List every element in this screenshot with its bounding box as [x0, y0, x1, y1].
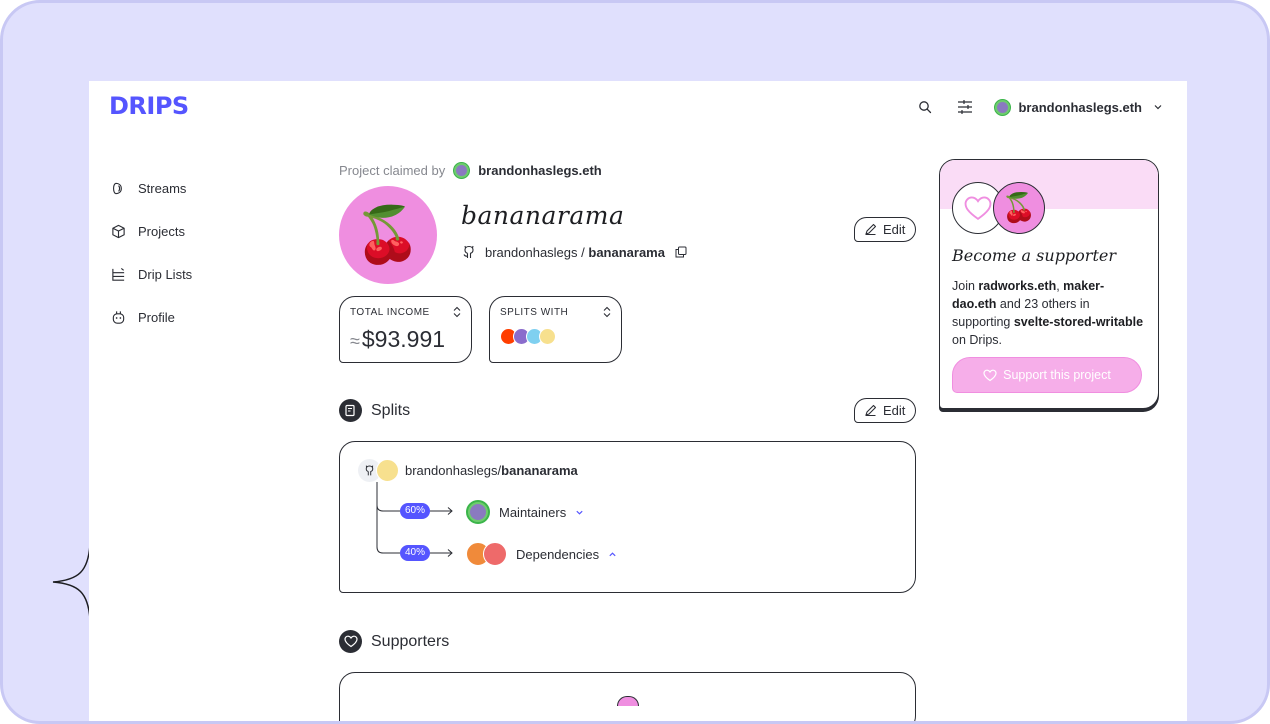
- splits-card: brandonhaslegs / bananarama 60% Maintainer…: [339, 441, 916, 593]
- maintainer-avatar: [466, 500, 490, 524]
- sidebar-item-label: Profile: [138, 310, 175, 325]
- total-income-label: TOTAL INCOME: [350, 307, 430, 318]
- project-avatar-small: 🍒: [993, 182, 1045, 234]
- maintainers-percent-badge: 60%: [400, 503, 431, 519]
- supporters-section-icon: [339, 630, 362, 653]
- supporters-card: [339, 672, 916, 721]
- repo-name: bananarama: [588, 244, 665, 260]
- dependencies-label: Dependencies: [516, 546, 600, 562]
- splits-title: Splits: [371, 401, 411, 419]
- splits-section-icon: [339, 399, 362, 422]
- project-main: Project claimed by brandonhaslegs.eth 🍒 …: [339, 159, 917, 721]
- supporters-heading: Supporters: [339, 630, 917, 653]
- supporter-avatar-partial: [617, 696, 639, 706]
- repo-owner: brandonhaslegs: [485, 244, 578, 260]
- sliders-icon: [958, 100, 973, 114]
- project-avatar: 🍒: [339, 186, 437, 284]
- splits-heading: Splits Edit: [339, 398, 917, 423]
- project-repo: brandonhaslegs / bananarama: [461, 244, 687, 260]
- sidebar-item-drip-lists[interactable]: Drip Lists: [111, 253, 192, 296]
- profile-icon: [112, 311, 125, 324]
- chevron-up-icon: [609, 551, 616, 556]
- dependency-avatars: [466, 542, 507, 566]
- supporter-name-1: radworks.eth: [978, 279, 1057, 293]
- search-button[interactable]: [914, 96, 936, 118]
- heart-icon: [983, 369, 997, 381]
- split-row-maintainers[interactable]: Maintainers: [466, 500, 584, 524]
- top-bar-actions: brandonhaslegs.eth: [914, 96, 1163, 118]
- sidebar-item-label: Drip Lists: [138, 267, 193, 282]
- edit-project-button[interactable]: Edit: [854, 217, 917, 242]
- copy-icon[interactable]: [675, 246, 687, 258]
- dependencies-percent-badge: 40%: [400, 545, 431, 561]
- split-root-owner: brandonhaslegs: [405, 463, 498, 478]
- support-text-suffix: on Drips.: [952, 333, 1003, 347]
- claimer-name[interactable]: brandonhaslegs.eth: [478, 163, 602, 178]
- maintainers-label: Maintainers: [499, 504, 567, 520]
- claimed-label: Project claimed by: [339, 162, 446, 178]
- project-title: bananarama: [461, 201, 625, 230]
- repo-separator: /: [577, 244, 589, 260]
- sidebar-item-label: Projects: [138, 224, 185, 239]
- user-avatar: [994, 98, 1012, 116]
- user-menu-button[interactable]: brandonhaslegs.eth: [994, 98, 1163, 116]
- split-root-row: brandonhaslegs / bananarama: [358, 459, 578, 482]
- total-income-value: $93.991: [361, 326, 446, 352]
- edit-splits-button[interactable]: Edit: [854, 398, 917, 423]
- settings-button[interactable]: [954, 96, 976, 118]
- cherry-icon: 🍒: [1001, 192, 1037, 223]
- pencil-icon: [865, 404, 877, 417]
- github-icon: [463, 245, 474, 258]
- splits-with-card[interactable]: SPLITS WITH: [489, 296, 622, 363]
- banana-avatar: [376, 459, 399, 482]
- support-button-label: Support this project: [1003, 368, 1111, 382]
- split-root-repo: bananarama: [501, 463, 578, 478]
- page-frame: DRIPS brandonhaslegs.eth Streams Project…: [0, 0, 1270, 724]
- supported-project-name: svelte-stored-writable: [1013, 315, 1144, 329]
- edit-label: Edit: [883, 403, 906, 418]
- chevron-down-icon: [576, 510, 583, 515]
- support-card-text: Join radworks.eth, maker-dao.eth and 23 …: [952, 277, 1148, 349]
- banana-avatar: [539, 328, 556, 345]
- support-card-title: Become a supporter: [952, 246, 1116, 265]
- total-income-value-row: ≈ $93.991: [350, 326, 461, 353]
- cherry-icon: 🍒: [354, 205, 422, 265]
- sidebar-nav: Streams Projects Drip Lists Profile: [111, 167, 192, 339]
- become-supporter-card: 🍒 Become a supporter Join radworks.eth, …: [939, 159, 1159, 409]
- splits-with-avatars: [500, 328, 611, 345]
- edit-label: Edit: [883, 222, 906, 237]
- streams-icon: [113, 182, 122, 195]
- app-window: DRIPS brandonhaslegs.eth Streams Project…: [89, 81, 1187, 721]
- sidebar-item-profile[interactable]: Profile: [111, 296, 192, 339]
- support-text-prefix: Join: [952, 279, 979, 293]
- total-income-card[interactable]: TOTAL INCOME ≈ $93.991: [339, 296, 472, 363]
- chevron-down-icon: [1154, 105, 1162, 110]
- sidebar-item-streams[interactable]: Streams: [111, 167, 192, 210]
- sort-icon: [453, 306, 461, 318]
- splits-with-label: SPLITS WITH: [500, 307, 569, 318]
- heart-icon: [343, 635, 358, 648]
- drips-logo[interactable]: DRIPS: [109, 92, 189, 120]
- stats-row: TOTAL INCOME ≈ $93.991 SPLITS WITH: [339, 296, 917, 363]
- split-row-dependencies[interactable]: Dependencies: [466, 542, 617, 566]
- claimer-avatar: [453, 161, 471, 179]
- sidebar-item-projects[interactable]: Projects: [111, 210, 192, 253]
- claimed-by-row: Project claimed by brandonhaslegs.eth: [339, 159, 917, 181]
- drip-lists-icon: [112, 267, 125, 281]
- sidebar-item-label: Streams: [138, 181, 187, 196]
- user-name: brandonhaslegs.eth: [1018, 99, 1142, 115]
- search-icon: [919, 101, 932, 114]
- project-header: 🍒 bananarama brandonhaslegs / bananarama…: [339, 186, 917, 296]
- supporters-title: Supporters: [371, 632, 450, 650]
- pencil-icon: [865, 223, 877, 236]
- projects-icon: [112, 224, 125, 239]
- dependency-avatar-2: [483, 542, 507, 566]
- approx-symbol: ≈: [350, 331, 360, 351]
- support-project-button[interactable]: Support this project: [952, 357, 1142, 393]
- github-icon: [365, 465, 374, 476]
- sort-icon: [603, 306, 611, 318]
